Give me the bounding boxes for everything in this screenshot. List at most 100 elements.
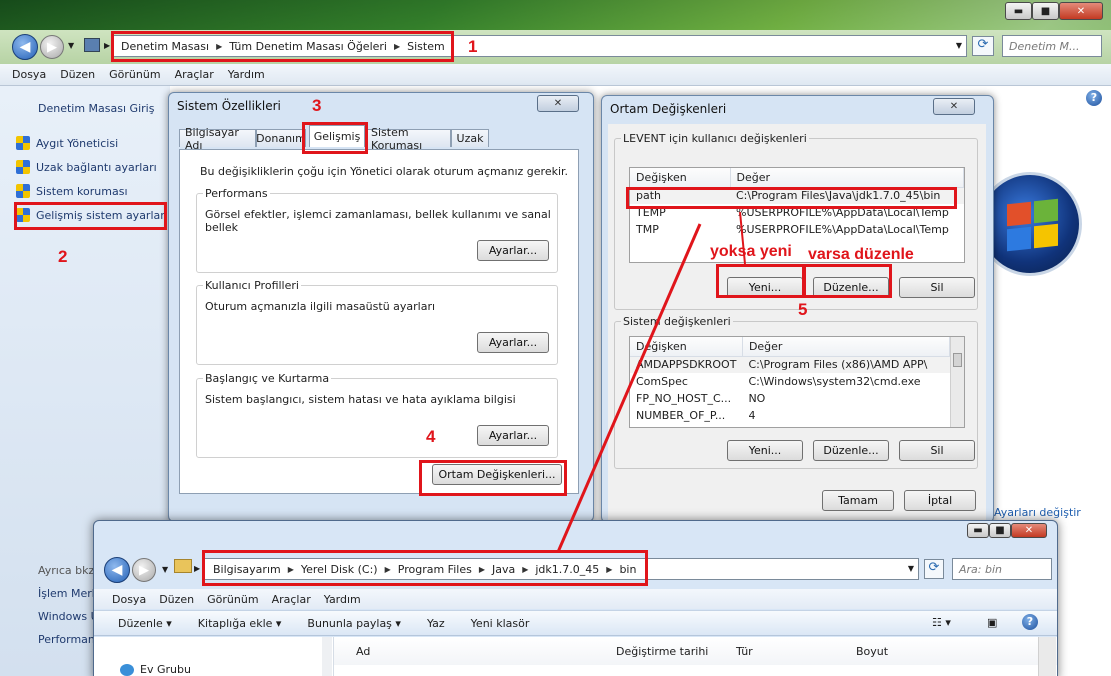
sidebar-item-system-protection[interactable]: Sistem koruması xyxy=(16,184,128,198)
window-controls: ▬ ■ ✕ xyxy=(1005,2,1103,20)
breadcrumb-chevron-icon: ▶ xyxy=(194,564,201,573)
back-arrow-icon[interactable]: ◀ xyxy=(104,557,130,583)
menu-view[interactable]: Görünüm xyxy=(207,593,258,606)
performance-settings-button[interactable]: Ayarlar... xyxy=(477,240,549,261)
group-label: Başlangıç ve Kurtarma xyxy=(203,372,332,385)
organize-button[interactable]: Düzenle ▾ xyxy=(118,617,172,630)
maximize-button[interactable]: ■ xyxy=(1032,2,1059,20)
tab-hardware[interactable]: Donanım xyxy=(256,129,306,147)
annotation-box-advanced-tab xyxy=(302,122,368,154)
table-row[interactable]: FP_NO_HOST_C... NO xyxy=(630,390,950,407)
minimize-button[interactable]: ▬ xyxy=(1005,2,1032,20)
forward-arrow-icon[interactable]: ▶ xyxy=(40,35,64,59)
system-new-button[interactable]: Yeni... xyxy=(727,440,803,461)
change-settings-link[interactable]: Ayarları değiştir xyxy=(994,506,1081,519)
close-icon[interactable]: ✕ xyxy=(537,95,579,112)
menu-tools[interactable]: Araçlar xyxy=(272,593,311,606)
table-row[interactable]: ComSpec C:\Windows\system32\cmd.exe xyxy=(630,373,950,390)
history-dropdown-icon[interactable]: ▼ xyxy=(68,41,74,50)
annotation-number-2: 2 xyxy=(58,247,68,266)
minimize-button[interactable]: ▬ xyxy=(967,523,989,538)
help-icon[interactable]: ? xyxy=(1086,90,1102,106)
annotation-number-4: 4 xyxy=(426,427,436,446)
menu-edit[interactable]: Düzen xyxy=(159,593,194,606)
system-delete-button[interactable]: Sil xyxy=(899,440,975,461)
nav-scrollbar[interactable] xyxy=(322,637,332,676)
see-also-performance[interactable]: Performan xyxy=(38,633,95,646)
user-delete-button[interactable]: Sil xyxy=(899,277,975,298)
profiles-settings-button[interactable]: Ayarlar... xyxy=(477,332,549,353)
preview-pane-icon[interactable]: ▣ xyxy=(987,616,997,629)
menu-view[interactable]: Görünüm xyxy=(109,68,160,81)
cell-value: NO xyxy=(748,392,766,405)
close-button[interactable]: ✕ xyxy=(1011,523,1047,538)
group-label: Kullanıcı Profilleri xyxy=(203,279,301,292)
cell-value: %USERPROFILE%\AppData\Local\Temp xyxy=(736,223,949,236)
system-edit-button[interactable]: Düzenle... xyxy=(813,440,889,461)
column-header-modified[interactable]: Değiştirme tarihi xyxy=(616,645,708,658)
table-row[interactable]: TMP %USERPROFILE%\AppData\Local\Temp xyxy=(630,221,964,238)
menu-file[interactable]: Dosya xyxy=(112,593,146,606)
cancel-button[interactable]: İptal xyxy=(904,490,976,511)
history-dropdown-icon[interactable]: ▼ xyxy=(162,565,168,574)
startup-settings-button[interactable]: Ayarlar... xyxy=(477,425,549,446)
column-header-name[interactable]: Ad xyxy=(356,645,370,658)
sidebar-item-device-manager[interactable]: Aygıt Yöneticisi xyxy=(16,136,118,150)
help-icon[interactable]: ? xyxy=(1022,614,1038,630)
menu-bar: Dosya Düzen Görünüm Araçlar Yardım xyxy=(0,64,1111,86)
column-header-value[interactable]: Değer xyxy=(730,168,964,188)
nav-item-homegroup[interactable]: Ev Grubu xyxy=(120,663,191,676)
see-also-heading: Ayrıca bkz xyxy=(38,564,95,577)
column-header-variable[interactable]: Değişken xyxy=(630,168,731,188)
maximize-button[interactable]: ■ xyxy=(989,523,1011,538)
menu-help[interactable]: Yardım xyxy=(228,68,265,81)
close-button[interactable]: ✕ xyxy=(1059,2,1103,20)
system-variables-list[interactable]: Değişken Değer AMDAPPSDKROOT C:\Program F… xyxy=(629,336,965,428)
search-input[interactable]: Denetim M... xyxy=(1002,35,1102,57)
explorer-body: Ev Grubu Ad Değiştirme tarihi Tür Boyut xyxy=(94,637,1057,676)
column-header-type[interactable]: Tür xyxy=(736,645,753,658)
sidebar-home-link[interactable]: Denetim Masası Giriş xyxy=(38,102,154,115)
explorer-search-input[interactable]: Ara: bin xyxy=(952,558,1052,580)
menu-help[interactable]: Yardım xyxy=(324,593,361,606)
address-dropdown-icon[interactable]: ▼ xyxy=(908,564,914,573)
annotation-number-5: 5 xyxy=(798,300,808,319)
cell-variable: FP_NO_HOST_C... xyxy=(636,392,732,405)
see-also-windows-update[interactable]: Windows U xyxy=(38,610,99,623)
ok-button[interactable]: Tamam xyxy=(822,490,894,511)
table-row[interactable]: NUMBER_OF_P... 4 xyxy=(630,407,950,424)
tab-remote[interactable]: Uzak xyxy=(451,129,489,147)
refresh-icon[interactable]: ⟳ xyxy=(924,559,944,579)
refresh-icon[interactable]: ⟳ xyxy=(972,36,994,56)
view-options-icon[interactable]: ☷ ▾ xyxy=(932,616,951,629)
tab-system-protection[interactable]: Sistem Koruması xyxy=(365,126,451,152)
address-dropdown-icon[interactable]: ▼ xyxy=(956,41,962,50)
column-header-variable[interactable]: Değişken xyxy=(630,337,743,357)
file-list-scrollbar[interactable] xyxy=(1038,637,1056,676)
system-properties-dialog: Sistem Özellikleri ✕ Bilgisayar Adı Dona… xyxy=(168,92,594,522)
table-row[interactable]: AMDAPPSDKROOT C:\Program Files (x86)\AMD … xyxy=(630,356,950,373)
vertical-scrollbar[interactable] xyxy=(950,337,964,427)
close-icon[interactable]: ✕ xyxy=(933,98,975,115)
burn-button[interactable]: Yaz xyxy=(427,617,445,630)
menu-tools[interactable]: Araçlar xyxy=(175,68,214,81)
new-folder-button[interactable]: Yeni klasör xyxy=(471,617,530,630)
see-also-action-center[interactable]: İşlem Merk xyxy=(38,587,98,600)
advanced-tab-panel: Bu değişikliklerin çoğu için Yönetici ol… xyxy=(179,149,579,494)
system-variables-table: Değişken Değer AMDAPPSDKROOT C:\Program F… xyxy=(630,337,951,424)
control-panel-icon xyxy=(84,38,100,52)
scrollbar-thumb[interactable] xyxy=(953,353,962,367)
explorer-menu-bar: Dosya Düzen Görünüm Araçlar Yardım xyxy=(94,589,1057,609)
sidebar-item-remote-settings[interactable]: Uzak bağlantı ayarları xyxy=(16,160,157,174)
menu-file[interactable]: Dosya xyxy=(12,68,46,81)
include-in-library-button[interactable]: Kitaplığa ekle ▾ xyxy=(198,617,282,630)
menu-edit[interactable]: Düzen xyxy=(60,68,95,81)
forward-arrow-icon[interactable]: ▶ xyxy=(132,558,156,582)
share-with-button[interactable]: Bununla paylaş ▾ xyxy=(307,617,401,630)
cell-variable: ComSpec xyxy=(636,375,688,388)
tab-computer-name[interactable]: Bilgisayar Adı xyxy=(179,126,256,152)
back-arrow-icon[interactable]: ◀ xyxy=(12,34,38,60)
column-header-size[interactable]: Boyut xyxy=(856,645,888,658)
column-header-value[interactable]: Değer xyxy=(742,337,951,357)
user-variables-list[interactable]: Değişken Değer path C:\Program Files\Java… xyxy=(629,167,965,263)
